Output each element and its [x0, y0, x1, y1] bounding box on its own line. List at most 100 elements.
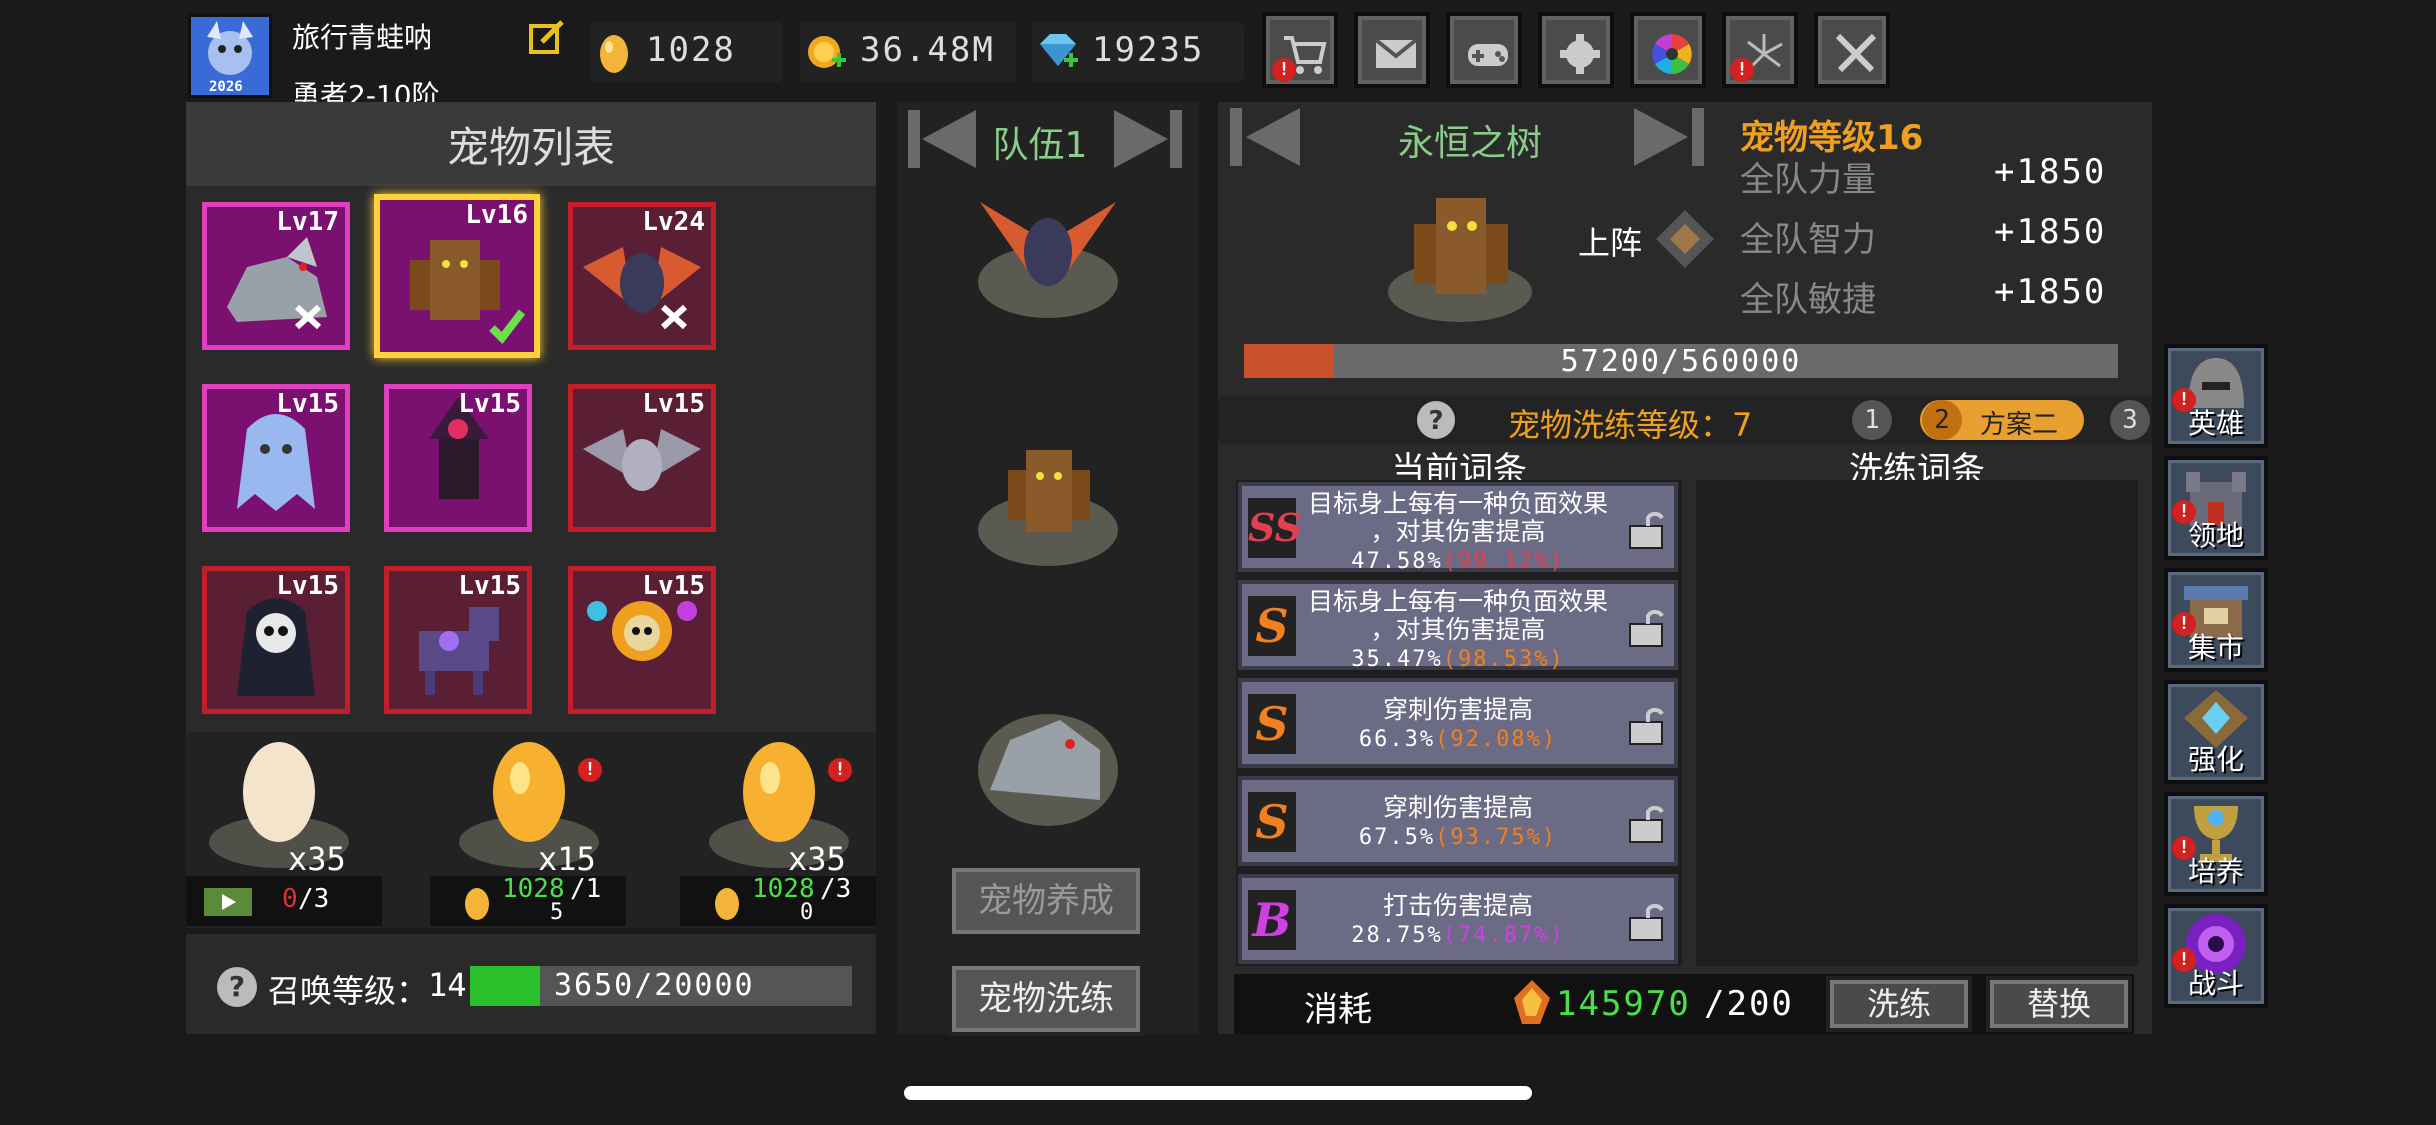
battle-button[interactable]: [1814, 12, 1890, 88]
egg-cost-3[interactable]: 1028 /3 0: [680, 874, 876, 926]
gold-amount: 36.48M: [860, 30, 995, 70]
pet-slot-6[interactable]: Lv15: [568, 384, 716, 532]
cost-have: 145970: [1556, 984, 1691, 1024]
gamepad-button[interactable]: [1446, 12, 1522, 88]
unlock-icon[interactable]: [1628, 608, 1664, 648]
replace-button[interactable]: 替换: [1986, 976, 2132, 1032]
unlock-icon[interactable]: [1628, 706, 1664, 746]
egg-summon-1[interactable]: x35: [204, 722, 356, 878]
gear-icon: [1560, 34, 1600, 74]
pet-slot-2[interactable]: Lv16: [374, 194, 540, 358]
settings-button[interactable]: [1538, 12, 1614, 88]
treant-icon: [1388, 198, 1532, 322]
unlock-icon[interactable]: [1628, 510, 1664, 550]
side-hero-button[interactable]: ! 英雄: [2164, 344, 2268, 448]
side-enhance-button[interactable]: 强化: [2164, 680, 2268, 784]
home-indicator[interactable]: [904, 1086, 1532, 1100]
summon-level: 14: [428, 966, 467, 1004]
gold-resource: 36.48M: [800, 22, 1016, 82]
egg-cost-1[interactable]: 0 /3: [186, 876, 382, 926]
pet-slot-9[interactable]: Lv15: [568, 566, 716, 714]
detail-next-arrow[interactable]: [1630, 102, 1710, 176]
shop-alert-badge: !: [1272, 58, 1296, 82]
egg-summon-2[interactable]: ! x15: [454, 722, 606, 878]
stat-value: +1850: [1994, 212, 2107, 252]
team-slot-treant[interactable]: [970, 420, 1126, 574]
team-slot-bat[interactable]: [970, 172, 1126, 326]
pet-slot-3[interactable]: Lv24: [568, 202, 716, 350]
egg-need: /1: [570, 874, 602, 904]
egg-alert-badge: !: [578, 758, 602, 782]
trait-card[interactable]: SS 目标身上每有一种负面效果 ，对其伤害提高 47.58%(99.12%): [1238, 482, 1678, 574]
trait-card[interactable]: S 目标身上每有一种负面效果 ，对其伤害提高 35.47%(98.53%): [1238, 580, 1678, 672]
diamond-icon: [1040, 34, 1078, 67]
edit-name-icon[interactable]: [528, 18, 566, 60]
trait-text: 目标身上每有一种负面效果 ，对其伤害提高 35.47%(98.53%): [1302, 588, 1614, 674]
color-button[interactable]: [1630, 12, 1706, 88]
exp-progress-bar: 57200/560000: [1244, 344, 2118, 379]
trait-grade: S: [1248, 596, 1296, 656]
side-market-button[interactable]: ! 集市: [2164, 568, 2268, 672]
svg-text:?: ?: [229, 970, 245, 1003]
crossed-swords-icon: [1835, 33, 1877, 73]
side-battle-button[interactable]: ! 战斗: [2164, 904, 2268, 1008]
pet-level: Lv15: [458, 389, 521, 419]
shop-button[interactable]: !: [1262, 12, 1338, 88]
trait-text: 穿刺伤害提高 67.5%(93.75%): [1302, 794, 1614, 852]
trait-pct: 66.3%: [1358, 727, 1436, 752]
summon-progress-text: 3650/20000: [554, 968, 755, 1003]
trait-line2: ，对其伤害提高: [1370, 517, 1546, 546]
trait-line1: 目标身上每有一种负面效果: [1307, 587, 1608, 616]
trait-card[interactable]: S 穿刺伤害提高 67.5%(93.75%): [1238, 776, 1678, 866]
team-slot-wolf[interactable]: [970, 680, 1126, 834]
deploy-toggle[interactable]: [1654, 208, 1716, 274]
help-icon[interactable]: ?: [214, 964, 260, 1014]
detail-prev-arrow[interactable]: [1224, 102, 1304, 176]
egg-need: /3: [820, 874, 852, 904]
trait-values: 28.75%(74.87%): [1302, 920, 1614, 950]
side-territory-button[interactable]: ! 领地: [2164, 456, 2268, 560]
exp-progress-text: 57200/560000: [1560, 344, 1802, 379]
trait-card[interactable]: S 穿刺伤害提高 66.3%(92.08%): [1238, 678, 1678, 768]
pet-train-button[interactable]: 宠物养成: [948, 864, 1144, 938]
plan-2-name: 方案二: [1980, 410, 2059, 440]
fireworks-alert-badge: !: [1730, 58, 1754, 82]
gold-coin-icon: [808, 36, 846, 68]
egg-cost-2[interactable]: 1028 /1 5: [430, 874, 626, 926]
plan-3-button[interactable]: 3: [2110, 400, 2150, 440]
team-next-arrow[interactable]: [1110, 104, 1188, 178]
pet-list-title: 宠物列表: [446, 123, 615, 172]
pet-slot-7[interactable]: Lv15: [202, 566, 350, 714]
egg-summon-3[interactable]: ! x35: [704, 722, 856, 878]
trait-pct: 47.58%: [1351, 549, 1443, 574]
unlock-icon[interactable]: [1628, 804, 1664, 844]
gem-count: 19235: [1092, 30, 1205, 70]
unlock-icon[interactable]: [1628, 902, 1664, 942]
plan-2-number: 2: [1922, 400, 1962, 440]
wash-button[interactable]: 洗练: [1826, 976, 1972, 1032]
pet-refine-button[interactable]: 宠物洗练: [948, 962, 1144, 1036]
egg-alert-badge: !: [828, 758, 852, 782]
plan-1-button[interactable]: 1: [1852, 400, 1892, 440]
pet-slot-4[interactable]: Lv15: [202, 384, 350, 532]
gamepad-icon: [1468, 44, 1508, 66]
pet-slot-8[interactable]: Lv15: [384, 566, 532, 714]
refine-help-icon[interactable]: ?: [1414, 398, 1458, 446]
refine-level: 宠物洗练等级：7: [1508, 406, 1753, 444]
player-avatar[interactable]: 2026: [188, 14, 272, 98]
pet-slot-5[interactable]: Lv15: [384, 384, 532, 532]
color-wheel-icon: [1652, 34, 1692, 74]
trait-grade: S: [1248, 792, 1296, 852]
fireworks-button[interactable]: !: [1722, 12, 1798, 88]
trait-values: 35.47%(98.53%): [1302, 644, 1614, 674]
team-prev-arrow[interactable]: [902, 104, 980, 178]
pet-slot-1[interactable]: Lv17: [202, 202, 350, 350]
trait-card[interactable]: B 打击伤害提高 28.75%(74.87%): [1238, 874, 1678, 964]
avatar-year: 2026: [209, 79, 243, 95]
egg-count: x35: [288, 840, 346, 878]
gem-resource: 19235: [1032, 22, 1244, 82]
mail-button[interactable]: [1354, 12, 1430, 88]
side-cultivate-button[interactable]: ! 培养: [2164, 792, 2268, 896]
cost-need: /200: [1704, 984, 1794, 1024]
team-label: 队伍1: [992, 125, 1088, 166]
